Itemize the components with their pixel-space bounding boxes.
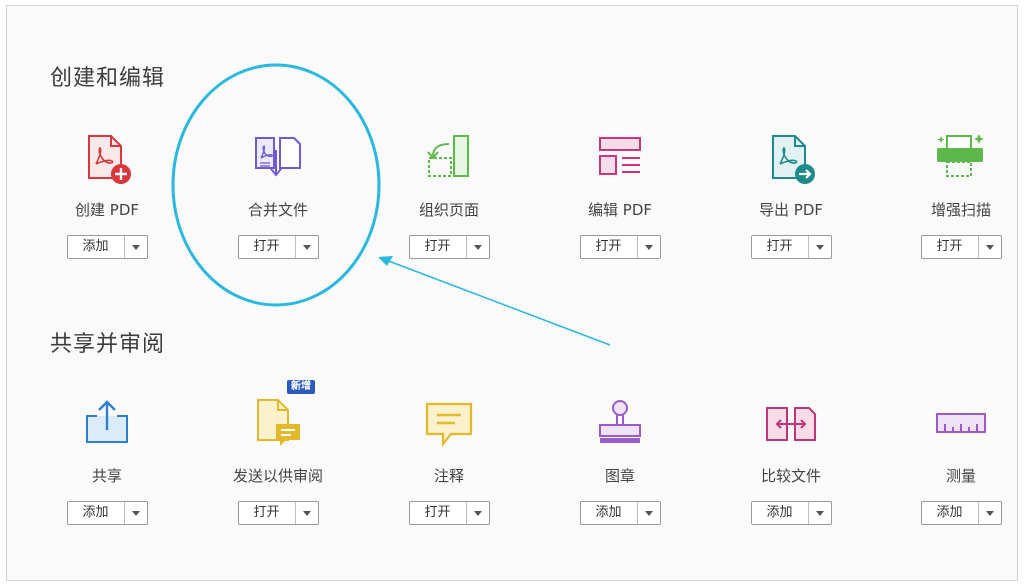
tool-organize-pages[interactable]: 组织页面 打开 [374,130,524,290]
tool-combine-files[interactable]: 合并文件 打开 [203,130,353,290]
tool-export-pdf[interactable]: 导出 PDF 打开 [716,130,866,290]
dropdown-toggle[interactable] [809,236,831,258]
chevron-down-icon [985,510,994,516]
new-badge: 新增 [287,380,315,394]
chevron-down-icon [473,244,482,250]
open-button[interactable]: 打开 [237,235,319,259]
create-pdf-icon [79,130,135,186]
dropdown-toggle[interactable] [809,502,831,524]
dropdown-toggle[interactable] [125,236,147,258]
tools-row-create-edit: 创建 PDF 添加 合并文件 打开 组织页面 打开 编辑 PDF 打开 导出 P… [0,130,1024,290]
dropdown-toggle[interactable] [979,502,1001,524]
section-title-share-review: 共享并审阅 [50,332,166,357]
add-button[interactable]: 添加 [66,235,148,259]
combine-files-icon [250,130,306,186]
tool-label: 注释 [433,467,464,485]
chevron-down-icon [985,244,994,250]
open-button[interactable]: 打开 [237,501,319,525]
open-button[interactable]: 打开 [408,235,490,259]
chevron-down-icon [473,510,482,516]
tools-row-share-review: 共享 添加 新增 发送以供审阅 打开 注释 打开 图章 添加 比较文件 添加 测… [0,380,1024,556]
dropdown-toggle[interactable] [979,236,1001,258]
tool-label: 编辑 PDF [588,201,652,219]
tool-send-for-review[interactable]: 新增 发送以供审阅 打开 [203,380,353,556]
open-button[interactable]: 打开 [408,501,490,525]
tool-edit-pdf[interactable]: 编辑 PDF 打开 [545,130,695,290]
add-button-label[interactable]: 添加 [581,502,638,524]
tool-label: 图章 [604,467,635,485]
tool-label: 增强扫描 [930,201,991,219]
dropdown-toggle[interactable] [638,236,660,258]
add-button[interactable]: 添加 [920,501,1002,525]
dropdown-toggle[interactable] [296,236,318,258]
comment-icon [421,396,477,452]
tool-comment[interactable]: 注释 打开 [374,396,524,556]
open-button-label[interactable]: 打开 [581,236,638,258]
export-pdf-icon [763,130,819,186]
enhance-scans-icon [933,130,989,186]
open-button-label[interactable]: 打开 [239,502,296,524]
measure-icon [933,396,989,452]
add-button-label[interactable]: 添加 [752,502,809,524]
open-button-label[interactable]: 打开 [922,236,979,258]
add-button[interactable]: 添加 [750,501,832,525]
tool-label: 组织页面 [418,201,479,219]
open-button-label[interactable]: 打开 [410,236,467,258]
chevron-down-icon [815,244,824,250]
add-button-label[interactable]: 添加 [922,502,979,524]
open-button-label[interactable]: 打开 [410,502,467,524]
section-title-create-edit: 创建和编辑 [50,66,166,91]
dropdown-toggle[interactable] [125,502,147,524]
send-for-review-icon [250,396,306,452]
chevron-down-icon [302,244,311,250]
tool-measure[interactable]: 测量 添加 [886,396,1024,556]
tool-create-pdf[interactable]: 创建 PDF 添加 [32,130,182,290]
chevron-down-icon [131,510,140,516]
open-button[interactable]: 打开 [750,235,832,259]
add-button-label[interactable]: 添加 [68,236,125,258]
stamp-icon [592,396,648,452]
edit-pdf-icon [592,130,648,186]
dropdown-toggle[interactable] [467,502,489,524]
dropdown-toggle[interactable] [467,236,489,258]
share-icon [79,396,135,452]
organize-pages-icon [421,130,477,186]
tool-label: 创建 PDF [75,201,139,219]
tool-label: 导出 PDF [759,201,823,219]
tool-stamp[interactable]: 图章 添加 [545,396,695,556]
tool-share[interactable]: 共享 添加 [32,396,182,556]
tool-label: 比较文件 [760,467,821,485]
tool-label: 发送以供审阅 [232,467,323,485]
add-button[interactable]: 添加 [66,501,148,525]
chevron-down-icon [131,244,140,250]
open-button-label[interactable]: 打开 [239,236,296,258]
tool-label: 合并文件 [247,201,308,219]
chevron-down-icon [644,244,653,250]
compare-files-icon [763,396,819,452]
open-button-label[interactable]: 打开 [752,236,809,258]
add-button[interactable]: 添加 [579,501,661,525]
dropdown-toggle[interactable] [296,502,318,524]
open-button[interactable]: 打开 [920,235,1002,259]
chevron-down-icon [644,510,653,516]
open-button[interactable]: 打开 [579,235,661,259]
tool-compare-files[interactable]: 比较文件 添加 [716,396,866,556]
tool-label: 测量 [945,467,976,485]
tool-enhance-scans[interactable]: 增强扫描 打开 [886,130,1024,290]
tool-label: 共享 [91,467,122,485]
add-button-label[interactable]: 添加 [68,502,125,524]
chevron-down-icon [302,510,311,516]
chevron-down-icon [815,510,824,516]
dropdown-toggle[interactable] [638,502,660,524]
